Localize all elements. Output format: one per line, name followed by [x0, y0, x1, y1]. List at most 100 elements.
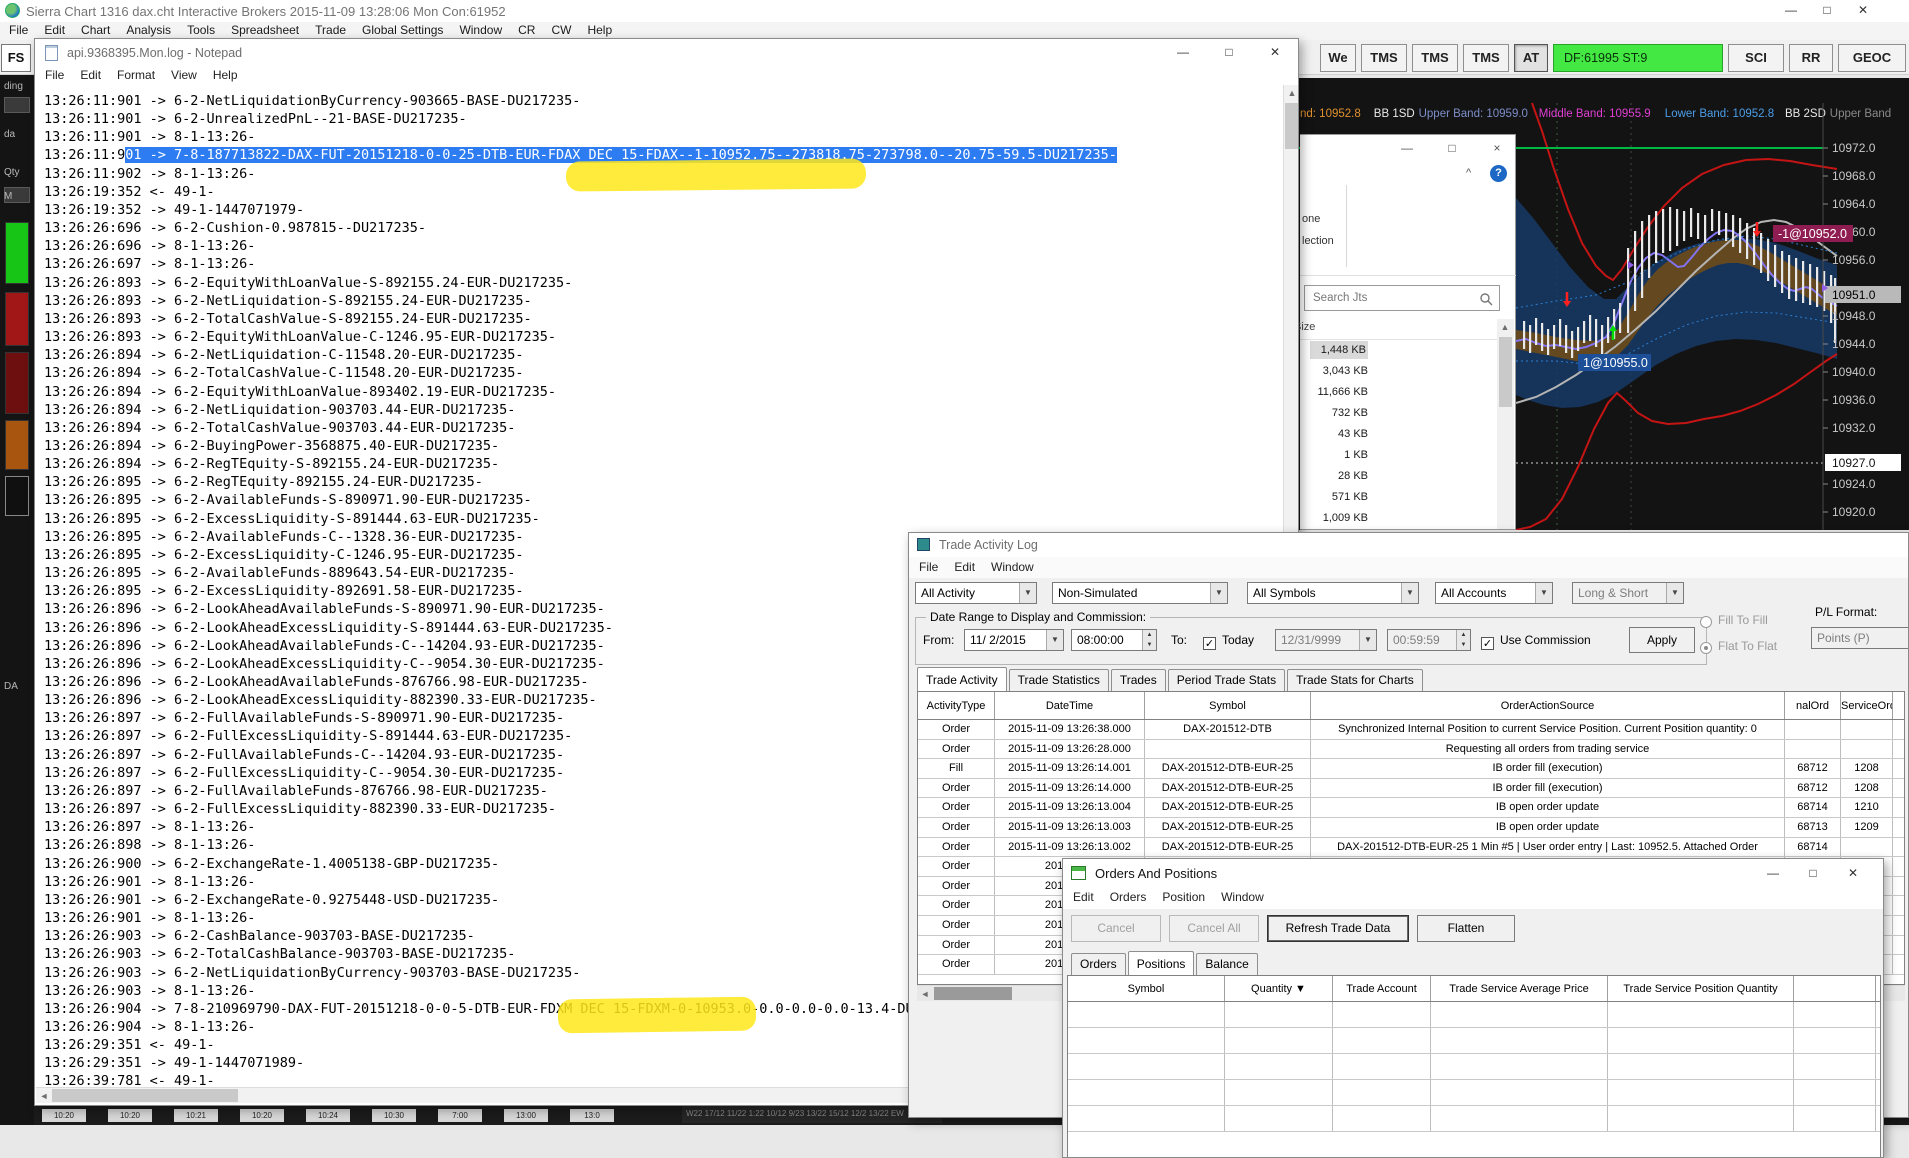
orders-menu-position[interactable]: Position [1162, 887, 1205, 909]
column-header[interactable]: DateTime [995, 692, 1145, 719]
table-row[interactable]: Order 2015-11-09 13:26:13.003 DAX-201512-D… [918, 817, 1904, 838]
positions-table[interactable]: Symbol Quantity ▼ Trade Account Trade Servi… [1067, 975, 1881, 1157]
column-header[interactable]: Symbol [1068, 976, 1225, 1001]
long-short-filter-combo[interactable]: Long & Short ▼ [1572, 582, 1684, 604]
scrollbar-thumb[interactable] [1499, 337, 1512, 407]
toolbar-button-rr[interactable]: RR [1789, 44, 1833, 72]
table-row[interactable] [1068, 1002, 1880, 1028]
flat-to-flat-radio[interactable] [1700, 639, 1712, 657]
column-header[interactable]: Symbol [1145, 692, 1311, 719]
table-row[interactable]: Fill 2015-11-09 13:26:14.001 DAX-201512-DT… [918, 759, 1904, 779]
maximize-button[interactable]: □ [1206, 39, 1252, 65]
explorer-search-input[interactable]: Search Jts [1304, 285, 1500, 311]
close-button[interactable]: ✕ [1833, 861, 1873, 885]
refresh-trade-data-button[interactable]: Refresh Trade Data [1267, 915, 1409, 942]
maximize-button[interactable]: □ [1793, 861, 1833, 885]
simulated-filter-combo[interactable]: Non-Simulated ▼ [1052, 582, 1228, 604]
tab-trade-statistics[interactable]: Trade Statistics [1008, 669, 1109, 691]
use-commission-checkbox[interactable]: ✓ [1481, 632, 1494, 650]
cancel-all-button[interactable]: Cancel All [1169, 915, 1259, 942]
table-row[interactable] [1068, 1106, 1880, 1132]
notepad-menu-view[interactable]: View [171, 67, 197, 85]
toolbar-button-geoc[interactable]: GEOC [1838, 44, 1906, 72]
sidebar-block-orange[interactable] [5, 420, 29, 470]
accounts-filter-combo[interactable]: All Accounts ▼ [1435, 582, 1553, 604]
scroll-left-icon[interactable]: ◄ [36, 1088, 52, 1104]
maximize-button[interactable]: □ [1809, 0, 1845, 20]
ribbon-collapse-chevron-icon[interactable]: ^ [1466, 167, 1471, 179]
toolbar-button-we[interactable]: We [1320, 44, 1356, 72]
file-size-cell[interactable]: 1,009 KB [1310, 509, 1368, 527]
column-header[interactable]: Trade Service Average Price [1431, 976, 1608, 1001]
file-size-cell[interactable]: 3,043 KB [1310, 362, 1368, 380]
scrollbar-thumb[interactable] [934, 987, 1012, 1000]
close-button[interactable]: ✕ [1252, 39, 1298, 65]
from-date-combo[interactable]: 11/ 2/2015 ▼ [964, 629, 1064, 651]
toolbar-button-sci[interactable]: SCI [1728, 44, 1784, 72]
cancel-button[interactable]: Cancel [1071, 915, 1161, 942]
column-header[interactable]: Quantity ▼ [1225, 976, 1333, 1001]
spinner-arrows-icon[interactable]: ▲ ▼ [1142, 630, 1156, 650]
table-row[interactable]: Order 2015-11-09 13:26:13.002 DAX-201512-D… [918, 837, 1904, 858]
to-time-spinner[interactable]: 00:59:59 ▲ ▼ [1387, 629, 1471, 651]
tab-balance[interactable]: Balance [1196, 953, 1258, 975]
column-header[interactable]: Trade Service Position Quantity [1608, 976, 1794, 1001]
notepad-menu-edit[interactable]: Edit [80, 67, 101, 85]
explorer-maximize-button[interactable]: □ [1441, 138, 1463, 158]
apply-button[interactable]: Apply [1629, 627, 1695, 653]
file-size-cell[interactable]: 11,666 KB [1310, 383, 1368, 401]
table-row[interactable] [1068, 1080, 1880, 1106]
explorer-scrollbar[interactable]: ▲ [1497, 319, 1514, 529]
minimize-button[interactable]: — [1773, 0, 1809, 20]
toolbar-button-tms-3[interactable]: TMS [1463, 44, 1509, 72]
from-time-spinner[interactable]: 08:00:00 ▲ ▼ [1071, 629, 1157, 651]
file-size-cell[interactable]: 28 KB [1310, 467, 1368, 485]
toolbar-button-tms-1[interactable]: TMS [1361, 44, 1407, 72]
table-row[interactable]: Order 2015-11-09 13:26:13.004 DAX-201512-D… [918, 798, 1904, 818]
file-size-cell[interactable]: 1,448 KB [1310, 341, 1368, 359]
column-header[interactable]: ServiceOrderID [1841, 692, 1893, 719]
tab-trade-activity[interactable]: Trade Activity [917, 667, 1007, 691]
table-row[interactable]: Order 2015-11-09 13:26:38.000 DAX-201512-D… [918, 720, 1904, 740]
scrollbar-thumb[interactable] [52, 1089, 238, 1102]
tal-menu-edit[interactable]: Edit [954, 557, 975, 578]
orders-menu-window[interactable]: Window [1221, 887, 1264, 909]
column-header[interactable]: ActivityType [918, 692, 995, 719]
explorer-minimize-button[interactable]: — [1396, 138, 1418, 158]
file-size-cell[interactable]: 732 KB [1310, 404, 1368, 422]
sidebar-button[interactable] [4, 97, 30, 113]
spinner-arrows-icon[interactable]: ▲ ▼ [1456, 630, 1470, 650]
sidebar-block-red[interactable] [5, 292, 29, 346]
activity-filter-combo[interactable]: All Activity ▼ [915, 582, 1037, 604]
column-header[interactable]: Trade Account [1333, 976, 1431, 1001]
scrollbar-thumb[interactable] [1285, 103, 1298, 149]
tab-period-trade-stats[interactable]: Period Trade Stats [1167, 669, 1286, 691]
column-header[interactable]: rd [1893, 692, 1904, 719]
to-date-combo[interactable]: 12/31/9999 ▼ [1275, 629, 1377, 651]
orders-menu-orders[interactable]: Orders [1110, 887, 1147, 909]
column-header[interactable] [1794, 976, 1876, 1001]
toolbar-button-tms-2[interactable]: TMS [1412, 44, 1458, 72]
flatten-button[interactable]: Flatten [1417, 915, 1515, 942]
table-row[interactable] [1068, 1028, 1880, 1054]
column-header[interactable]: OrderActionSource [1311, 692, 1785, 719]
file-size-cell[interactable]: 43 KB [1310, 425, 1368, 443]
help-icon[interactable]: ? [1490, 165, 1507, 182]
scroll-up-icon[interactable]: ▲ [1497, 319, 1513, 335]
sidebar-block-maroon[interactable] [5, 352, 29, 414]
notepad-menu-help[interactable]: Help [213, 67, 238, 85]
sidebar-block-green[interactable] [5, 222, 29, 284]
minimize-button[interactable]: — [1160, 39, 1206, 65]
column-header[interactable]: nalOrd [1785, 692, 1841, 719]
tal-menu-file[interactable]: File [919, 557, 938, 578]
today-checkbox[interactable]: ✓ [1203, 632, 1216, 650]
table-row[interactable]: Order 2015-11-09 13:26:14.000 DAX-201512-D… [918, 778, 1904, 799]
sidebar-block-empty[interactable] [5, 476, 29, 516]
sierra-menu-file[interactable]: File [9, 22, 28, 40]
orders-menu-edit[interactable]: Edit [1073, 887, 1094, 909]
tab-trade-stats-for-charts[interactable]: Trade Stats for Charts [1287, 669, 1423, 691]
tab-orders[interactable]: Orders [1071, 953, 1126, 975]
explorer-close-button[interactable]: × [1486, 138, 1508, 158]
notepad-menu-file[interactable]: File [45, 67, 64, 85]
fs-button[interactable]: FS [1, 44, 31, 72]
